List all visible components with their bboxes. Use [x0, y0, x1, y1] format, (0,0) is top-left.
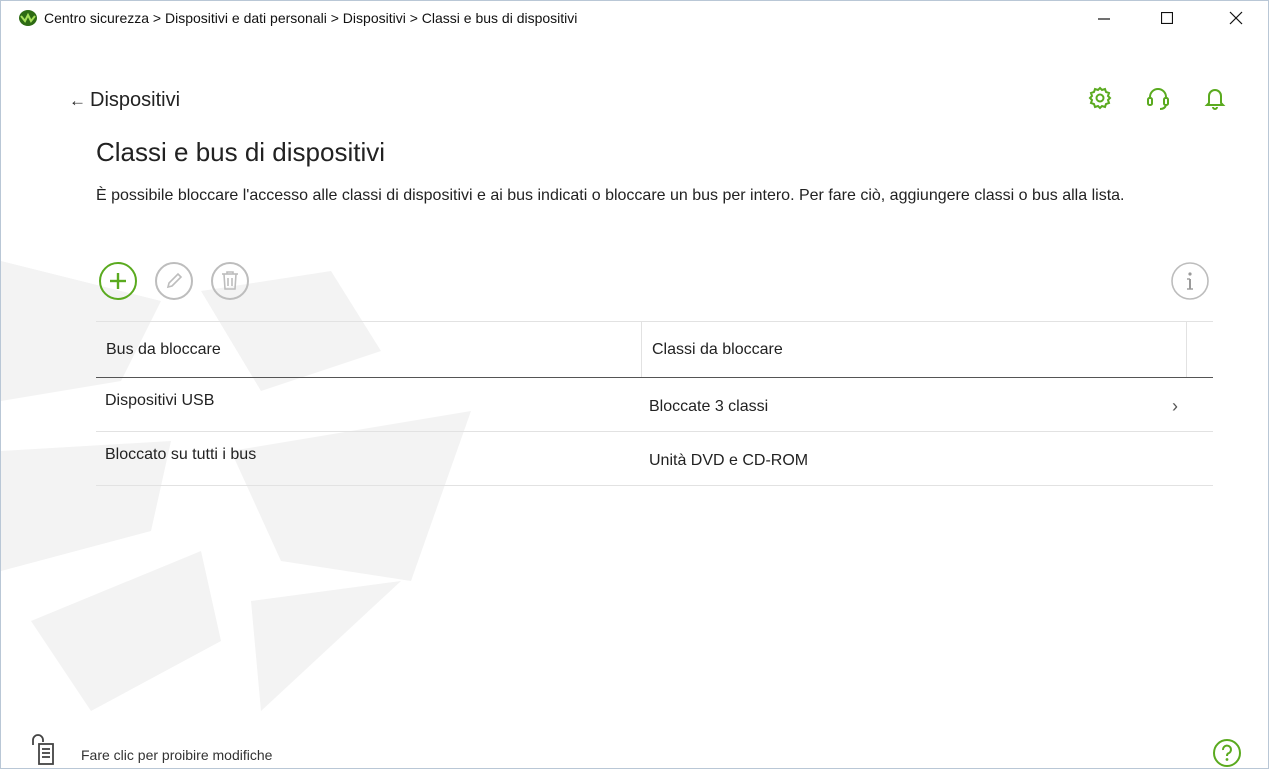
page-description: È possibile bloccare l'accesso alle clas…: [96, 187, 1125, 204]
minimize-icon: [1098, 18, 1110, 20]
maximize-icon: [1161, 12, 1173, 24]
table-header: Bus da bloccare Classi da bloccare: [96, 321, 1213, 378]
pencil-circle-icon: [155, 262, 193, 300]
bus-cell: Bloccato su tutti i bus: [105, 446, 257, 463]
chevron-right-icon[interactable]: ›: [1172, 396, 1178, 417]
headset-icon: [1147, 88, 1169, 110]
info-button[interactable]: [1169, 260, 1211, 302]
classes-cell: Bloccate 3 classi: [649, 398, 769, 415]
classes-cell: Unità DVD e CD-ROM: [649, 452, 809, 469]
bell-icon: [1204, 89, 1226, 110]
plus-circle-icon: [99, 262, 137, 300]
table-row[interactable]: Dispositivi USB Bloccate 3 classi ›: [96, 378, 1213, 432]
back-link-label: Dispositivi: [90, 89, 181, 111]
app-window: Centro sicurezza > Dispositivi e dati pe…: [0, 0, 1269, 769]
lock-hint-text[interactable]: Fare clic per proibire modifiche: [81, 747, 272, 763]
edit-button[interactable]: [153, 260, 195, 302]
column-header-bus[interactable]: Bus da bloccare: [96, 322, 641, 377]
trash-circle-icon: [211, 262, 249, 300]
app-logo-icon: [19, 10, 37, 26]
delete-button[interactable]: [209, 260, 251, 302]
page-title: Classi e bus di dispositivi: [96, 137, 386, 167]
gear-icon: [1088, 86, 1112, 110]
maximize-button[interactable]: [1144, 1, 1190, 35]
settings-button[interactable]: [1085, 83, 1115, 113]
column-header-extra: [1186, 322, 1213, 377]
table-row[interactable]: Bloccato su tutti i bus Unità DVD e CD-R…: [96, 432, 1213, 486]
back-arrow-icon: ←: [69, 90, 86, 110]
notifications-button[interactable]: [1200, 83, 1230, 113]
back-link[interactable]: ← Dispositivi: [69, 89, 180, 112]
help-icon[interactable]: [1212, 738, 1242, 768]
title-bar: Centro sicurezza > Dispositivi e dati pe…: [1, 1, 1268, 35]
column-header-classes[interactable]: Classi da bloccare: [641, 322, 1186, 377]
info-circle-icon: [1171, 262, 1209, 300]
unlock-icon[interactable]: [31, 732, 71, 766]
minimize-button[interactable]: [1081, 1, 1127, 35]
close-icon: [1229, 11, 1243, 25]
breadcrumb: Centro sicurezza > Dispositivi e dati pe…: [44, 10, 578, 26]
add-button[interactable]: [97, 260, 139, 302]
close-button[interactable]: [1213, 1, 1259, 35]
support-button[interactable]: [1143, 83, 1173, 113]
bus-cell: Dispositivi USB: [105, 392, 215, 409]
rules-table: Bus da bloccare Classi da bloccare Dispo…: [96, 321, 1213, 486]
